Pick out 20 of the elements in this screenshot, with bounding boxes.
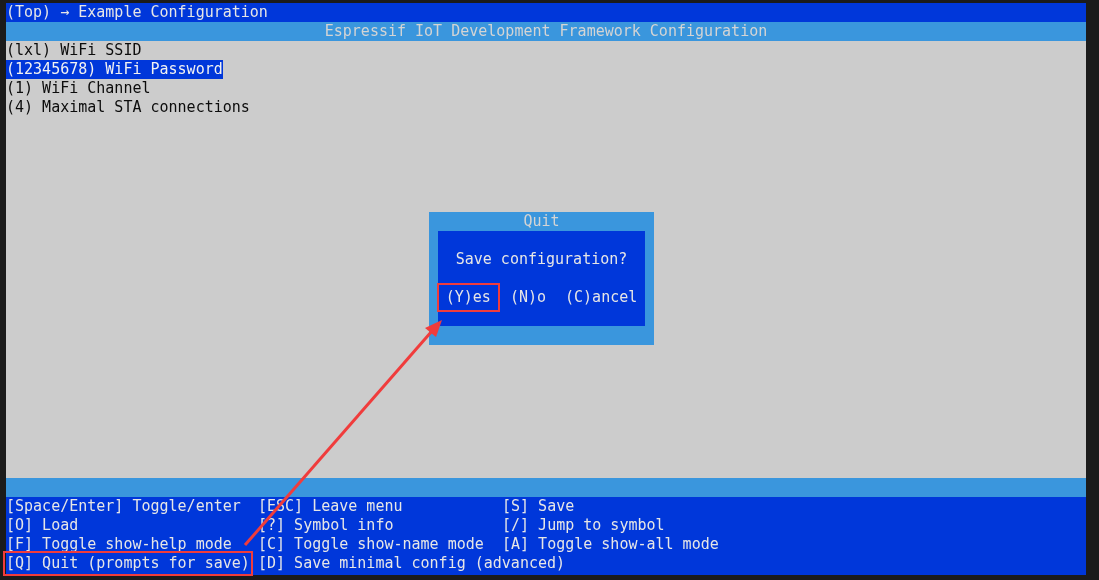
dialog-message: Save configuration? [455,250,628,269]
help-entry: [S] Save [502,497,575,516]
breadcrumb-path: (Top) → Example Configuration [6,3,1086,22]
dialog-option[interactable]: (N)o [500,283,555,312]
menu-item[interactable]: (1) WiFi Channel [6,79,151,98]
help-entry: [Space/Enter] Toggle/enter [6,497,241,516]
help-entry: [Q] Quit (prompts for save) [6,554,250,573]
help-entry: [O] Load [6,516,79,535]
help-entry: [C] Toggle show-name mode [258,535,484,554]
menu-item[interactable]: (4) Maximal STA connections [6,98,250,117]
help-entry: [D] Save minimal config (advanced) [258,554,566,573]
help-entry: [/] Jump to symbol [502,516,665,535]
dialog-option[interactable]: (C)ancel [556,283,647,312]
dialog-title: Quit [522,212,561,231]
help-entry: [A] Toggle show-all mode [502,535,719,554]
header-title: Espressif IoT Development Framework Configuration [6,22,1086,41]
menu-item[interactable]: (12345678) WiFi Password [6,60,223,79]
help-entry: [F] Toggle show-help mode [6,535,232,554]
menu-item[interactable]: (lxl) WiFi SSID [6,41,142,60]
dialog-option[interactable]: (Y)es [436,283,500,312]
